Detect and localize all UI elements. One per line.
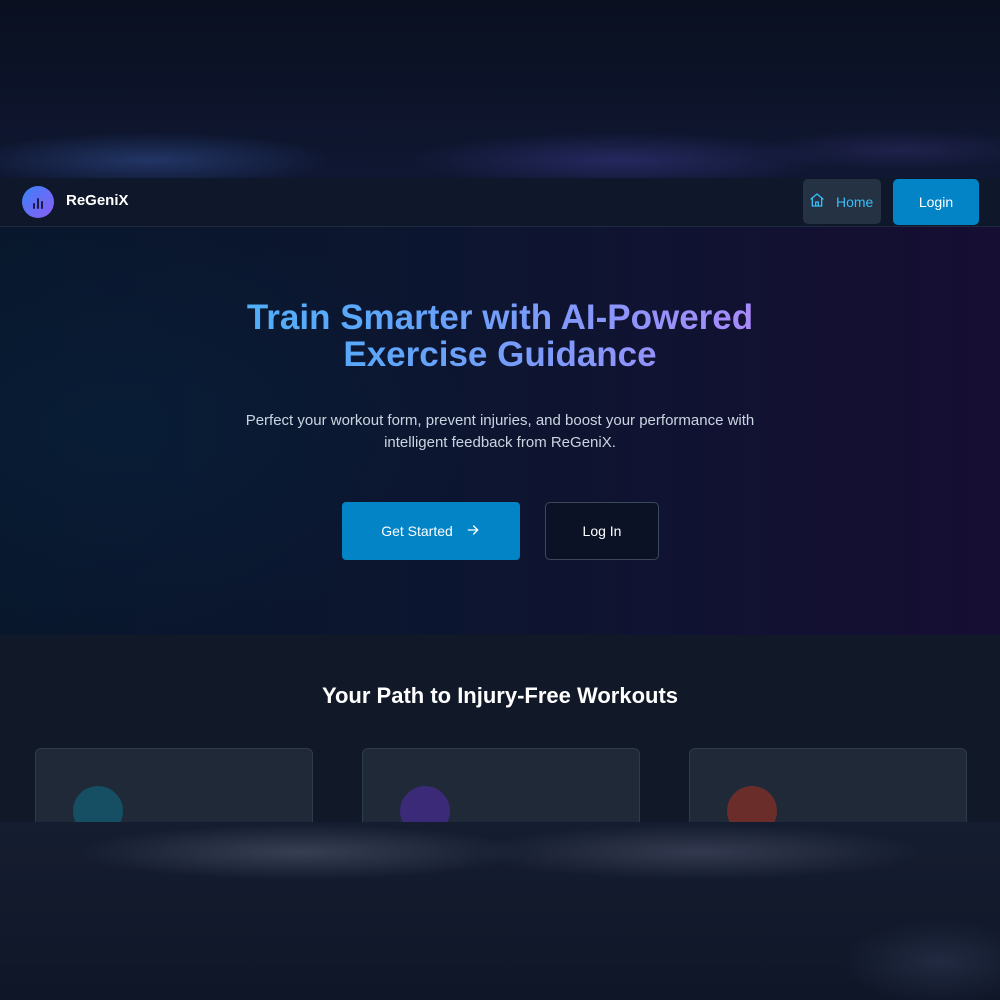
hero-subtitle: Perfect your workout form, prevent injur… — [0, 410, 1000, 454]
get-started-label: Get Started — [381, 523, 453, 539]
get-started-button[interactable]: Get Started — [342, 502, 520, 560]
nav-login-button[interactable]: Login — [893, 179, 979, 225]
nav-home-link[interactable]: Home — [803, 179, 881, 224]
logo-chart-icon[interactable] — [22, 186, 54, 218]
nav-home-label: Home — [836, 193, 874, 210]
feature-2-circle-icon — [400, 786, 450, 822]
hero-title-line-1: Train Smarter with AI-Powered — [246, 298, 754, 337]
feature-card-1[interactable] — [35, 748, 313, 822]
home-icon — [809, 192, 825, 211]
hero-title: Train Smarter with AI-Powered Exercise G… — [0, 299, 1000, 373]
blurred-backdrop-top — [0, 0, 1000, 178]
arrow-right-icon — [465, 522, 481, 541]
feature-3-circle-icon — [727, 786, 777, 822]
features-section: Your Path to Injury-Free Workouts — [0, 635, 1000, 822]
app-window: ReGeniX Home Login Train Smarter with AI… — [0, 178, 1000, 822]
blurred-backdrop-bottom — [0, 822, 1000, 1000]
hero-title-line-2: Exercise Guidance — [343, 335, 657, 374]
hero-subtitle-line-2: intelligent feedback from ReGeniX. — [384, 434, 616, 451]
hero-section: Train Smarter with AI-Powered Exercise G… — [0, 227, 1000, 635]
hero-subtitle-line-1: Perfect your workout form, prevent injur… — [245, 412, 755, 429]
feature-1-circle-icon — [73, 786, 123, 822]
feature-card-3[interactable] — [689, 748, 967, 822]
navbar: ReGeniX Home Login — [0, 178, 1000, 227]
log-in-button[interactable]: Log In — [545, 502, 659, 560]
features-title: Your Path to Injury-Free Workouts — [321, 683, 679, 708]
feature-card-2[interactable] — [362, 748, 640, 822]
brand-name[interactable]: ReGeniX — [66, 192, 129, 209]
